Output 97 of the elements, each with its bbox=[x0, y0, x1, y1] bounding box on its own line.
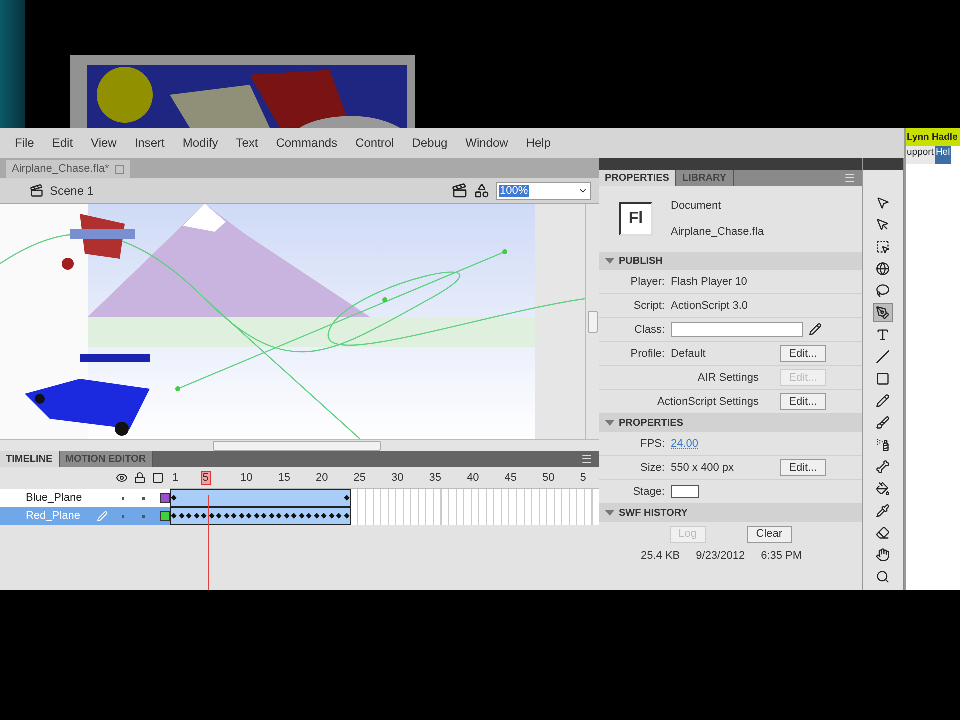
eye-icon[interactable] bbox=[116, 472, 128, 484]
edit-button[interactable]: Edit... bbox=[780, 459, 826, 476]
frame-number: 50 bbox=[542, 471, 556, 485]
frame-number: 5 bbox=[200, 471, 211, 485]
menu-item[interactable]: Insert bbox=[126, 136, 174, 150]
frame-number: 15 bbox=[277, 471, 292, 485]
property-label: ActionScript Settings bbox=[656, 396, 759, 408]
globe-icon bbox=[876, 262, 890, 276]
edit-scene-icon[interactable] bbox=[452, 182, 468, 198]
menu-item[interactable]: View bbox=[82, 136, 126, 150]
zoom-icon bbox=[876, 570, 890, 584]
property-label: Profile: bbox=[630, 348, 665, 360]
lock-icon[interactable] bbox=[134, 472, 146, 484]
menu-item[interactable]: Commands bbox=[267, 136, 347, 150]
layer-name: Red_Plane bbox=[26, 510, 82, 522]
edit-button[interactable]: Edit... bbox=[780, 393, 826, 410]
history-entry: 6:35 PM bbox=[761, 550, 802, 562]
property-value: Default bbox=[671, 348, 707, 360]
history-entry: 9/23/2012 bbox=[696, 550, 746, 562]
zoom-dropdown[interactable]: 100% bbox=[496, 182, 591, 200]
layer-row[interactable]: Blue_Plane bbox=[0, 489, 599, 507]
history-button[interactable]: Clear bbox=[747, 526, 792, 542]
menu-item[interactable]: File bbox=[6, 136, 44, 150]
pencil-icon[interactable] bbox=[809, 323, 822, 336]
panel-menu-icon[interactable] bbox=[844, 172, 856, 184]
property-value: ActionScript 3.0 bbox=[671, 300, 750, 312]
rectangle-icon bbox=[876, 372, 890, 386]
eraser-icon bbox=[876, 526, 890, 540]
menu-item[interactable]: Edit bbox=[43, 136, 82, 150]
frame-number: 35 bbox=[428, 471, 442, 485]
lasso-icon bbox=[876, 284, 890, 298]
edit-button[interactable]: Edit... bbox=[780, 345, 826, 362]
pencil-icon bbox=[876, 394, 890, 408]
class-field[interactable] bbox=[671, 322, 803, 337]
property-label: Class: bbox=[633, 324, 665, 336]
brush-icon bbox=[876, 416, 890, 430]
pen-icon bbox=[876, 306, 890, 320]
vertical-scrollbar[interactable] bbox=[585, 204, 599, 439]
property-label: AIR Settings bbox=[696, 372, 759, 384]
section-header[interactable]: SWF HISTORY bbox=[599, 504, 862, 522]
user-name: Lynn Hadle bbox=[906, 128, 960, 146]
document-name: Airplane_Chase.fla bbox=[671, 226, 764, 238]
property-label: Script: bbox=[632, 300, 665, 312]
frame-number: 40 bbox=[466, 471, 480, 485]
document-type: Document bbox=[671, 200, 722, 212]
property-label: Player: bbox=[630, 276, 665, 288]
paint-bucket-icon bbox=[876, 482, 890, 496]
section-header[interactable]: PUBLISH bbox=[599, 252, 862, 270]
menu-item[interactable]: Control bbox=[346, 136, 404, 150]
property-label: Size: bbox=[640, 462, 665, 474]
layer-name: Blue_Plane bbox=[26, 492, 84, 504]
frame-number: 1 bbox=[172, 471, 180, 485]
section-header[interactable]: PROPERTIES bbox=[599, 414, 862, 432]
menu-item[interactable]: Modify bbox=[174, 136, 228, 150]
menu-item[interactable]: Debug bbox=[403, 136, 457, 150]
dashed-selection-icon bbox=[876, 240, 890, 254]
frame-number: 30 bbox=[390, 471, 405, 485]
panel-tab[interactable]: PROPERTIES bbox=[599, 170, 676, 186]
menu-item[interactable]: Window bbox=[456, 136, 518, 150]
menu-item[interactable]: Text bbox=[227, 136, 268, 150]
playhead-line[interactable] bbox=[208, 495, 209, 590]
property-value: 550 x 400 px bbox=[671, 462, 735, 474]
hand-icon bbox=[876, 548, 890, 562]
frame-number: 25 bbox=[352, 471, 367, 485]
document-tab[interactable]: Airplane_Chase.fla* bbox=[6, 160, 130, 178]
motion-tween-span[interactable] bbox=[170, 507, 352, 525]
layer-color-swatch[interactable] bbox=[160, 493, 170, 503]
property-value: Flash Player 10 bbox=[671, 276, 748, 288]
bone-icon bbox=[876, 460, 890, 474]
frame-number: 20 bbox=[315, 471, 330, 485]
arrow-pointer-icon bbox=[876, 196, 890, 210]
spray-can-icon bbox=[876, 438, 890, 452]
horizontal-scrollbar[interactable] bbox=[0, 439, 599, 451]
property-label: Stage: bbox=[632, 486, 665, 498]
clapperboard-icon bbox=[30, 184, 44, 198]
history-entry: 25.4 KB bbox=[641, 550, 680, 562]
property-label: FPS: bbox=[640, 438, 665, 450]
stage-color-swatch[interactable] bbox=[671, 485, 699, 498]
text-icon bbox=[876, 328, 890, 342]
pen-tool-button[interactable] bbox=[873, 303, 894, 322]
browser-tab[interactable]: upport bbox=[906, 146, 935, 164]
frame-number: 45 bbox=[504, 471, 518, 485]
motion-tween-span[interactable] bbox=[170, 489, 352, 507]
eyedropper-icon bbox=[876, 504, 890, 518]
panel-menu-icon[interactable] bbox=[581, 453, 593, 465]
menu-item[interactable]: Help bbox=[517, 136, 560, 150]
edit-symbols-icon[interactable] bbox=[474, 182, 490, 198]
browser-tab[interactable]: Hel bbox=[934, 146, 952, 164]
layer-color-swatch[interactable] bbox=[160, 511, 170, 521]
line-icon bbox=[876, 350, 890, 364]
flash-document-icon: Fl bbox=[619, 202, 653, 236]
panel-tab[interactable]: TIMELINE bbox=[0, 451, 60, 467]
frame-number: 10 bbox=[240, 471, 254, 485]
hollow-pointer-icon bbox=[876, 218, 890, 232]
scene-label[interactable]: Scene 1 bbox=[50, 184, 446, 198]
frame-number: 5 bbox=[579, 471, 588, 485]
outline-icon[interactable] bbox=[152, 472, 164, 484]
